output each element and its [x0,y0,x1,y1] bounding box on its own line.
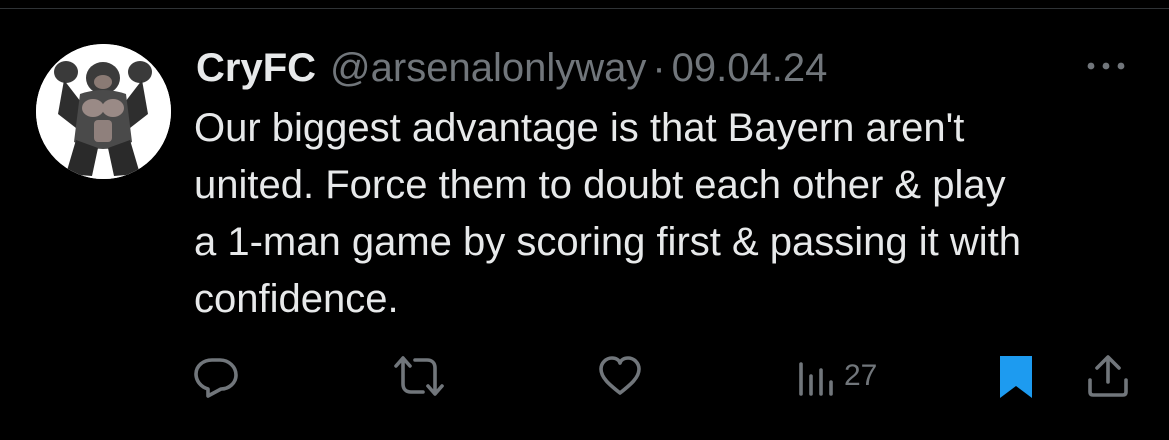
separator-dot: · [652,45,666,90]
top-divider [0,8,1169,9]
retweet-button[interactable] [393,352,445,400]
avatar[interactable] [36,44,171,179]
share-icon [1088,355,1128,397]
tweet-header: CryFC @arsenalonlyway · 09.04.24 [196,42,827,94]
views-count: 27 [844,359,878,392]
more-dots-icon [1087,62,1125,70]
bookmark-button[interactable] [996,352,1036,400]
heart-icon [599,356,641,395]
views-button[interactable]: 27 [796,352,877,400]
views-bar-chart-icon [799,362,833,396]
retweet-icon [394,356,444,396]
tweet-text: Our biggest advantage is that Bayern are… [194,106,1022,321]
reply-icon [194,358,238,398]
more-button[interactable] [1080,48,1132,84]
user-handle[interactable]: @arsenalonlyway [330,46,646,91]
display-name[interactable]: CryFC [196,46,316,91]
like-button[interactable] [596,352,644,400]
gorilla-avatar-icon [36,44,171,179]
reply-button[interactable] [192,352,240,400]
bookmark-icon [1000,356,1032,398]
tweet-date[interactable]: 09.04.24 [672,46,828,91]
share-button[interactable] [1084,352,1132,400]
